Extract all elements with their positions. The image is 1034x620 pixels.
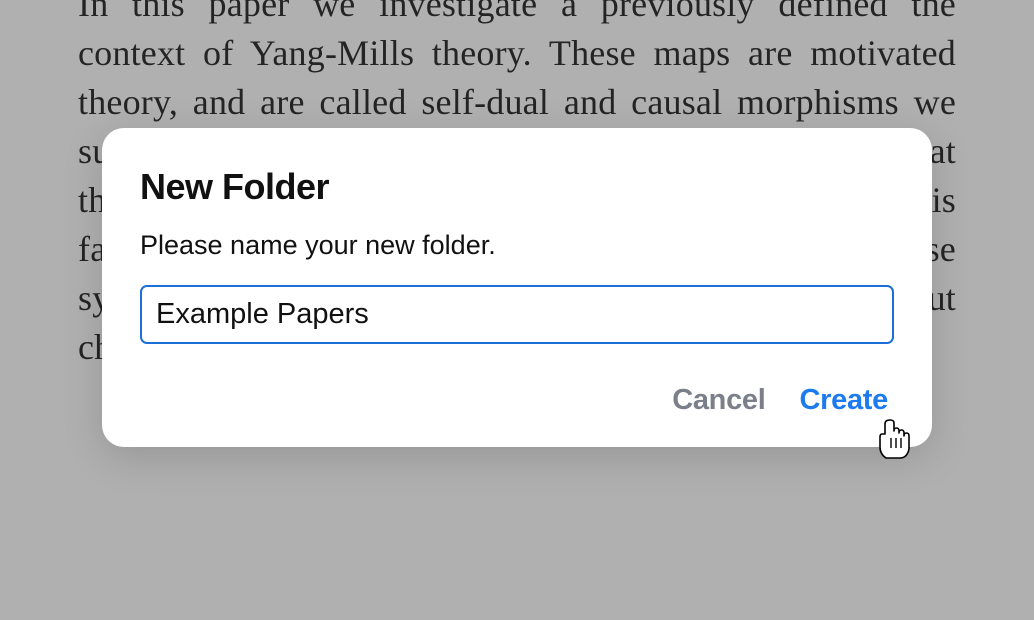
dialog-title: New Folder [140, 166, 894, 208]
cancel-button[interactable]: Cancel [672, 384, 765, 417]
new-folder-dialog: New Folder Please name your new folder. … [102, 128, 932, 447]
dialog-actions: Cancel Create [140, 384, 888, 417]
dialog-prompt: Please name your new folder. [140, 230, 894, 261]
create-button[interactable]: Create [800, 384, 888, 417]
folder-name-input[interactable] [140, 285, 894, 344]
modal-overlay: New Folder Please name your new folder. … [0, 0, 1034, 620]
input-wrapper [140, 285, 894, 344]
